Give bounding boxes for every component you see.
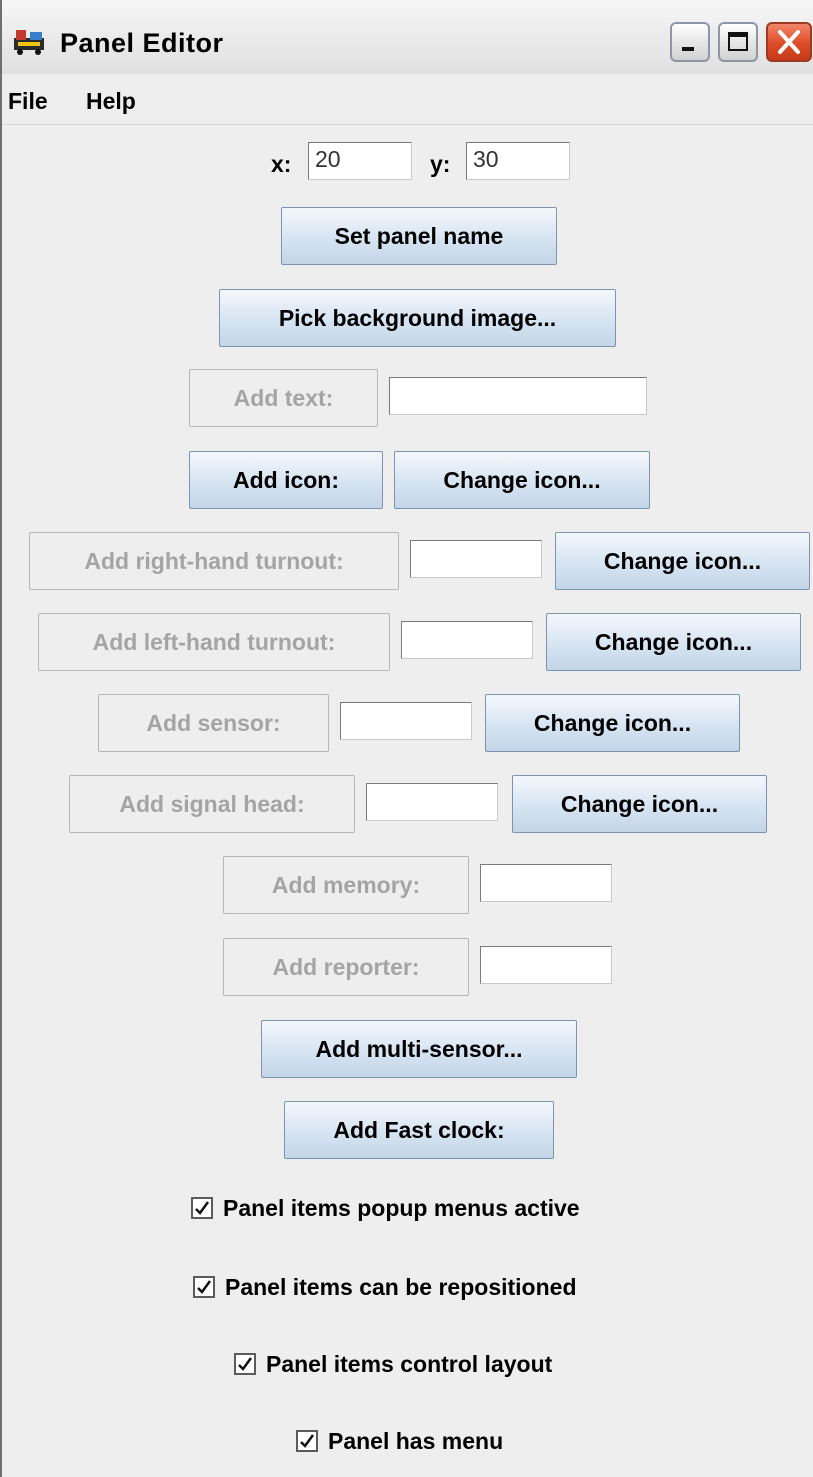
add-signal-head-button[interactable]: Add signal head: [69, 775, 355, 833]
add-left-hand-turnout-button[interactable]: Add left-hand turnout: [38, 613, 390, 671]
pick-background-image-button[interactable]: Pick background image... [219, 289, 616, 347]
checkbox-label: Panel has menu [328, 1427, 504, 1454]
minimize-icon [682, 47, 694, 51]
change-right-turnout-icon-button[interactable]: Change icon... [555, 532, 810, 590]
y-field[interactable]: 30 [466, 142, 570, 180]
menu-bar: File Help [2, 74, 813, 125]
add-reporter-button[interactable]: Add reporter: [223, 938, 469, 996]
signal-head-field[interactable] [366, 783, 498, 821]
can-be-repositioned-checkbox[interactable]: Panel items can be repositioned [193, 1270, 577, 1304]
control-layout-checkbox[interactable]: Panel items control layout [234, 1347, 552, 1381]
checkbox-box[interactable] [193, 1276, 215, 1298]
add-right-hand-turnout-button[interactable]: Add right-hand turnout: [29, 532, 399, 590]
maximize-button[interactable] [718, 22, 758, 62]
x-field[interactable]: 20 [308, 142, 412, 180]
reporter-field[interactable] [480, 946, 612, 984]
panel-has-menu-checkbox[interactable]: Panel has menu [296, 1424, 503, 1458]
add-text-button[interactable]: Add text: [189, 369, 378, 427]
checkbox-label: Panel items popup menus active [223, 1194, 580, 1221]
add-multi-sensor-button[interactable]: Add multi-sensor... [261, 1020, 577, 1078]
change-signal-head-icon-button[interactable]: Change icon... [512, 775, 767, 833]
add-text-field[interactable] [389, 377, 647, 415]
close-button[interactable] [766, 22, 812, 62]
checkbox-box[interactable] [296, 1430, 318, 1452]
right-hand-turnout-field[interactable] [410, 540, 542, 578]
sensor-field[interactable] [340, 702, 472, 740]
set-panel-name-button[interactable]: Set panel name [281, 207, 557, 265]
menu-file[interactable]: File [8, 88, 48, 115]
change-left-turnout-icon-button[interactable]: Change icon... [546, 613, 801, 671]
title-bar[interactable]: Panel Editor [2, 0, 813, 75]
add-fast-clock-button[interactable]: Add Fast clock: [284, 1101, 554, 1159]
y-label: y: [430, 151, 451, 177]
close-icon [778, 30, 800, 54]
maximize-icon [728, 32, 748, 51]
app-train-icon [14, 30, 44, 55]
checkbox-box[interactable] [234, 1353, 256, 1375]
change-sensor-icon-button[interactable]: Change icon... [485, 694, 740, 752]
minimize-button[interactable] [670, 22, 710, 62]
add-icon-button[interactable]: Add icon: [189, 451, 383, 509]
x-label: x: [271, 151, 292, 177]
checkbox-label: Panel items can be repositioned [225, 1273, 577, 1300]
left-hand-turnout-field[interactable] [401, 621, 533, 659]
checkmark-icon [300, 1434, 315, 1448]
panel-editor-window: Panel Editor File Help x: 20 y: 30 Set p… [0, 0, 813, 1477]
checkbox-label: Panel items control layout [266, 1350, 553, 1377]
change-icon-button[interactable]: Change icon... [394, 451, 650, 509]
checkbox-box[interactable] [191, 1197, 213, 1219]
menu-help[interactable]: Help [86, 88, 136, 115]
popup-menus-active-checkbox[interactable]: Panel items popup menus active [191, 1191, 580, 1225]
checkmark-icon [197, 1280, 212, 1294]
checkmark-icon [195, 1201, 210, 1215]
add-memory-button[interactable]: Add memory: [223, 856, 469, 914]
window-title: Panel Editor [60, 28, 224, 58]
add-sensor-button[interactable]: Add sensor: [98, 694, 329, 752]
memory-field[interactable] [480, 864, 612, 902]
checkmark-icon [238, 1357, 253, 1371]
